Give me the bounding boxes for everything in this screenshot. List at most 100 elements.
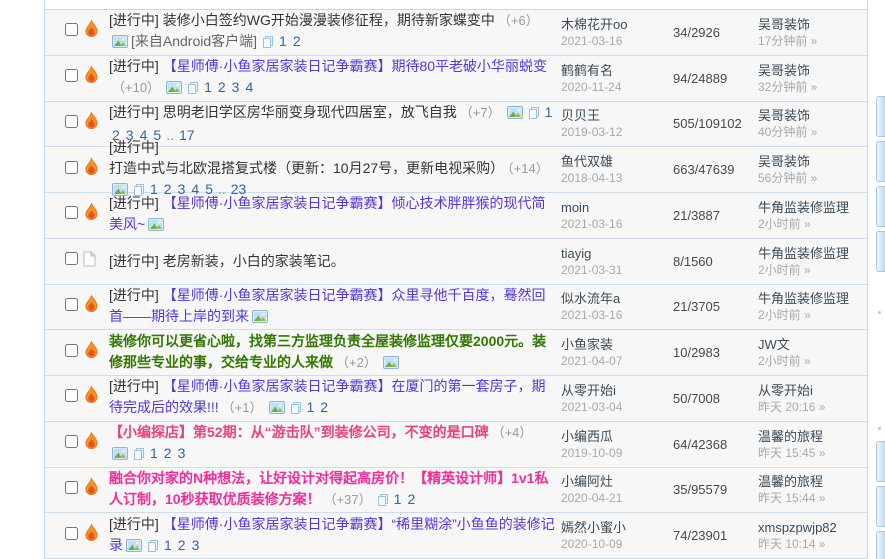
last-reply-time[interactable]: 32分钟前 » <box>758 79 867 95</box>
post-date: 2019-03-12 <box>561 124 661 140</box>
author-link[interactable]: moin <box>561 199 661 216</box>
thread-title-link[interactable]: 【星师傅·小鱼家居家装日记争霸赛】期待80平老破小华丽蜕变 <box>163 58 547 74</box>
hot-flame-icon <box>83 20 100 44</box>
author-link[interactable]: 小鱼家装 <box>561 336 661 353</box>
author-link[interactable]: 小编西瓜 <box>561 428 661 445</box>
thread-title-link[interactable]: 打造中式与北欧混搭复式楼（更新：10月27号，更新电视采购） <box>109 160 504 176</box>
side-rail-button[interactable] <box>876 441 885 482</box>
page-link[interactable]: 2 <box>178 537 186 553</box>
author-link[interactable]: 鹤鹤有名 <box>561 62 661 79</box>
thread-checkbox[interactable] <box>65 206 78 219</box>
last-reply-time[interactable]: 17分钟前 » <box>758 33 867 49</box>
thread-rating: （+4） <box>492 425 533 440</box>
last-reply-author[interactable]: 温馨的旅程 <box>758 428 867 445</box>
last-reply-time[interactable]: 昨天 15:44 » <box>758 490 867 506</box>
page-link[interactable]: 2 <box>218 79 226 95</box>
last-reply-author[interactable]: JW文 <box>758 336 867 353</box>
thread-checkbox[interactable] <box>65 69 78 82</box>
mobile-client-tag[interactable]: [来自Android客户端] <box>131 33 257 49</box>
thread-status-tag: [进行中] <box>109 287 159 303</box>
last-reply-time[interactable]: 昨天 10:14 » <box>758 536 867 552</box>
thread-title-link[interactable]: 【小编探店】第52期：从“游击队”到装修公司，不变的是口碑 <box>109 424 489 440</box>
author-link[interactable]: 从零开始i <box>561 382 661 399</box>
author-link[interactable]: 鱼代双雄 <box>561 153 661 170</box>
last-reply-time[interactable]: 56分钟前 » <box>758 170 867 186</box>
checkbox-cell <box>45 115 83 133</box>
pages-icon <box>529 104 539 125</box>
page-link[interactable]: 1 <box>150 445 158 461</box>
last-reply-author[interactable]: 从零开始i <box>758 382 867 399</box>
page-link[interactable]: 2 <box>164 445 172 461</box>
author-link[interactable]: 嫣然小蜜小 <box>561 519 661 536</box>
page-link[interactable]: 1 <box>307 399 315 415</box>
thread-checkbox[interactable] <box>65 344 78 357</box>
page-link[interactable]: 3 <box>232 79 240 95</box>
last-reply-author[interactable]: 牛角监装修监理 <box>758 290 867 307</box>
side-rail-button[interactable] <box>876 531 885 559</box>
author-link[interactable]: 小编阿灶 <box>561 473 661 490</box>
page-link[interactable]: 1 <box>545 104 553 120</box>
page-link[interactable]: 4 <box>245 79 253 95</box>
last-reply-author[interactable]: 吴哥装饰 <box>758 153 867 170</box>
author-link[interactable]: 似水流年a <box>561 290 661 307</box>
thread-title-link[interactable]: 【星师傅·小鱼家居家装日记争霸赛】“稀里糊涂”小鱼鱼的装修记录 <box>109 516 555 553</box>
last-reply-author[interactable]: 温馨的旅程 <box>758 473 867 490</box>
pages-icon <box>291 399 301 420</box>
thread-title-link[interactable]: 【星师傅·小鱼家居家装日记争霸赛】倾心技术胖胖猴的现代简美风~ <box>109 195 545 232</box>
hot-flame-icon <box>83 112 100 136</box>
thread-checkbox[interactable] <box>65 298 78 311</box>
post-date: 2020-10-09 <box>561 536 661 552</box>
side-rail-button[interactable] <box>876 141 885 182</box>
last-reply-time[interactable]: 40分钟前 » <box>758 124 867 140</box>
page-link[interactable]: 2 <box>320 399 328 415</box>
page-link[interactable]: 1 <box>279 33 287 49</box>
side-rail-button[interactable] <box>876 96 885 137</box>
thread-row: [进行中]老房新装，小白的家装笔记。 tiayig 2021-03-31 8/1… <box>45 239 867 285</box>
last-reply-author[interactable]: 吴哥装饰 <box>758 107 867 124</box>
last-reply-author[interactable]: 吴哥装饰 <box>758 16 867 33</box>
page-link[interactable]: 3 <box>192 537 200 553</box>
reply-view-count: 663/47639 <box>661 162 747 177</box>
thread-title-link[interactable]: 【星师傅·小鱼家居家装日记争霸赛】众里寻他千百度，蓦然回首——期待上岸的到来 <box>109 287 545 324</box>
thread-checkbox[interactable] <box>65 23 78 36</box>
author-link[interactable]: 木棉花开oo <box>561 16 661 33</box>
thread-title-link[interactable]: 装修你可以更省心啦，找第三方监理负责全屋装修监理仅要2000元。装修那些专业的事… <box>109 333 546 370</box>
thread-rating: （+6） <box>498 13 539 28</box>
side-rail-button[interactable] <box>876 486 885 527</box>
post-date: 2021-03-31 <box>561 262 661 278</box>
thread-checkbox[interactable] <box>65 435 78 448</box>
last-reply-time[interactable]: 2小时前 » <box>758 216 867 232</box>
last-reply-time[interactable]: 2小时前 » <box>758 353 867 369</box>
thread-title-link[interactable]: 思明老旧学区房华丽变身现代四居室，放飞自我 <box>163 104 457 120</box>
side-rail-button[interactable] <box>876 186 885 227</box>
author-cell: 小编阿灶 2020-04-21 <box>561 473 661 506</box>
last-reply-author[interactable]: xmspzpwjp82 <box>758 519 867 536</box>
last-reply-time[interactable]: 昨天 15:45 » <box>758 445 867 461</box>
last-reply-time[interactable]: 2小时前 » <box>758 262 867 278</box>
last-reply-author[interactable]: 牛角监装修监理 <box>758 199 867 216</box>
image-attachment-icon <box>383 354 399 375</box>
thread-title-link[interactable]: 老房新装，小白的家装笔记。 <box>163 253 345 269</box>
thread-checkbox[interactable] <box>65 389 78 402</box>
page-link[interactable]: 3 <box>178 445 186 461</box>
page-link[interactable]: 1 <box>394 491 402 507</box>
post-date: 2021-03-16 <box>561 33 661 49</box>
thread-checkbox[interactable] <box>65 252 78 265</box>
thread-checkbox[interactable] <box>65 161 78 174</box>
thread-checkbox[interactable] <box>65 481 78 494</box>
last-reply-time[interactable]: 2小时前 » <box>758 307 867 323</box>
thread-title-link[interactable]: 装修小白签约WG开始漫漫装修征程，期待新家蝶变中 <box>163 12 495 28</box>
thread-checkbox[interactable] <box>65 527 78 540</box>
page-link[interactable]: 2 <box>407 491 415 507</box>
page-link[interactable]: 2 <box>293 33 301 49</box>
page-link[interactable]: 1 <box>204 79 212 95</box>
author-link[interactable]: 贝贝王 <box>561 107 661 124</box>
side-rail-button[interactable] <box>876 231 885 272</box>
last-reply-author[interactable]: 吴哥装饰 <box>758 62 867 79</box>
author-link[interactable]: tiayig <box>561 245 661 262</box>
page-link[interactable]: 1 <box>164 537 172 553</box>
pages-icon <box>263 33 273 54</box>
last-reply-author[interactable]: 牛角监装修监理 <box>758 245 867 262</box>
last-reply-time[interactable]: 昨天 20:16 » <box>758 399 867 415</box>
thread-checkbox[interactable] <box>65 115 78 128</box>
